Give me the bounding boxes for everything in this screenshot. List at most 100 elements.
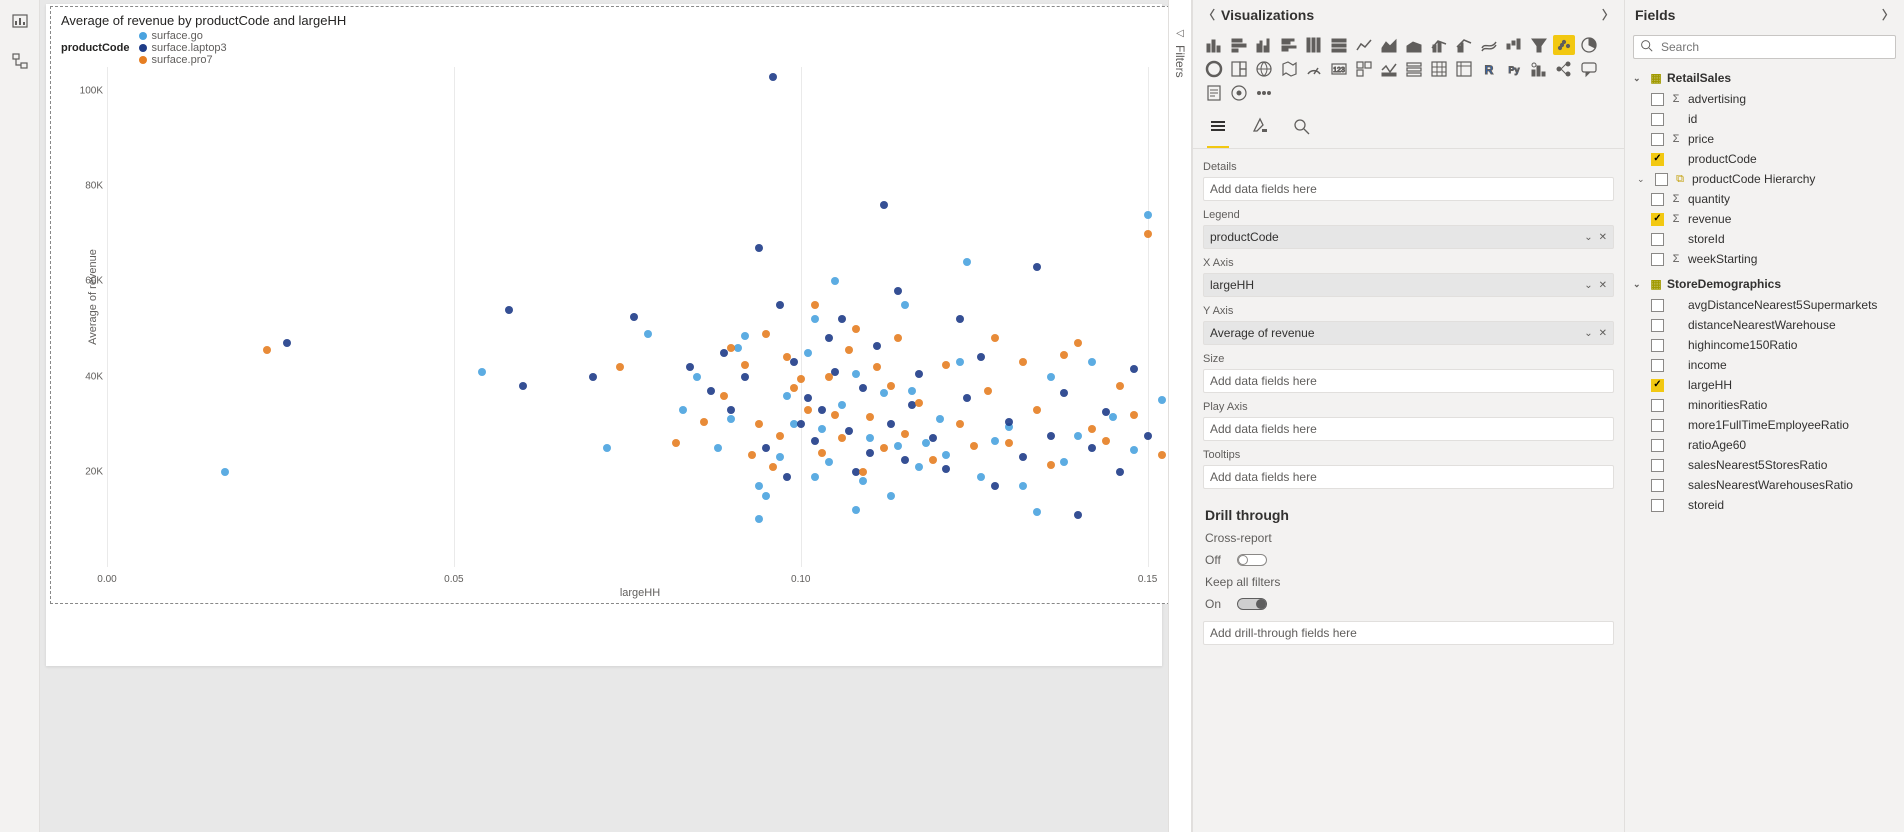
- data-point[interactable]: [741, 332, 749, 340]
- field-row[interactable]: ΣweekStarting: [1631, 249, 1898, 269]
- data-point[interactable]: [1158, 396, 1166, 404]
- map-icon[interactable]: [1253, 59, 1275, 79]
- data-point[interactable]: [963, 258, 971, 266]
- data-point[interactable]: [880, 444, 888, 452]
- data-point[interactable]: [1019, 482, 1027, 490]
- arcgis-icon[interactable]: [1228, 83, 1250, 103]
- decomp-tree-icon[interactable]: [1553, 59, 1575, 79]
- field-row[interactable]: distanceNearestWarehouse: [1631, 315, 1898, 335]
- data-point[interactable]: [831, 411, 839, 419]
- fields-search-input[interactable]: [1659, 39, 1889, 55]
- field-checkbox[interactable]: [1651, 319, 1664, 332]
- data-point[interactable]: [804, 406, 812, 414]
- data-point[interactable]: [797, 375, 805, 383]
- chevron-down-icon[interactable]: ⌄: [1633, 279, 1645, 290]
- data-point[interactable]: [1144, 432, 1152, 440]
- chevron-down-icon[interactable]: ⌄: [1584, 232, 1592, 243]
- data-point[interactable]: [1088, 425, 1096, 433]
- report-canvas[interactable]: Average of revenue by productCode and la…: [46, 4, 1162, 666]
- line-stacked-icon[interactable]: [1428, 35, 1450, 55]
- stacked-bar-icon[interactable]: [1203, 35, 1225, 55]
- table-header[interactable]: ⌄ ▦ StoreDemographics: [1631, 273, 1898, 295]
- data-point[interactable]: [1088, 358, 1096, 366]
- data-point[interactable]: [1047, 432, 1055, 440]
- field-row[interactable]: largeHH: [1631, 375, 1898, 395]
- data-point[interactable]: [894, 442, 902, 450]
- expand-filters-icon[interactable]: ◁: [1176, 28, 1184, 39]
- py-visual-icon[interactable]: Py: [1503, 59, 1525, 79]
- field-row[interactable]: Σadvertising: [1631, 89, 1898, 109]
- data-point[interactable]: [505, 306, 513, 314]
- data-point[interactable]: [838, 434, 846, 442]
- data-point[interactable]: [755, 244, 763, 252]
- stacked-area-icon[interactable]: [1403, 35, 1425, 55]
- remove-field-icon[interactable]: ✕: [1599, 232, 1607, 243]
- data-point[interactable]: [825, 373, 833, 381]
- data-point[interactable]: [818, 449, 826, 457]
- data-point[interactable]: [929, 434, 937, 442]
- data-point[interactable]: [915, 399, 923, 407]
- field-checkbox[interactable]: [1651, 459, 1664, 472]
- data-point[interactable]: [852, 370, 860, 378]
- data-point[interactable]: [838, 401, 846, 409]
- data-point[interactable]: [1102, 437, 1110, 445]
- data-point[interactable]: [679, 406, 687, 414]
- data-point[interactable]: [1074, 511, 1082, 519]
- data-point[interactable]: [908, 387, 916, 395]
- multi-card-icon[interactable]: [1353, 59, 1375, 79]
- field-checkbox[interactable]: [1651, 499, 1664, 512]
- data-point[interactable]: [1033, 263, 1041, 271]
- legend-item[interactable]: surface.laptop3: [139, 42, 226, 54]
- data-point[interactable]: [1130, 446, 1138, 454]
- data-point[interactable]: [1074, 339, 1082, 347]
- data-point[interactable]: [1033, 406, 1041, 414]
- data-point[interactable]: [734, 344, 742, 352]
- donut-icon[interactable]: [1203, 59, 1225, 79]
- data-point[interactable]: [720, 392, 728, 400]
- tab-fields-icon[interactable]: [1209, 117, 1227, 140]
- data-point[interactable]: [589, 373, 597, 381]
- qa-icon[interactable]: [1578, 59, 1600, 79]
- play-well[interactable]: Add data fields here: [1203, 417, 1614, 441]
- data-point[interactable]: [727, 406, 735, 414]
- data-point[interactable]: [707, 387, 715, 395]
- data-point[interactable]: [519, 382, 527, 390]
- data-point[interactable]: [776, 432, 784, 440]
- data-point[interactable]: [616, 363, 624, 371]
- data-point[interactable]: [1005, 439, 1013, 447]
- data-point[interactable]: [804, 394, 812, 402]
- data-point[interactable]: [776, 301, 784, 309]
- data-point[interactable]: [866, 413, 874, 421]
- tab-analytics-icon[interactable]: [1293, 117, 1311, 140]
- data-point[interactable]: [887, 382, 895, 390]
- data-point[interactable]: [1144, 211, 1152, 219]
- tab-format-icon[interactable]: [1251, 117, 1269, 140]
- chevron-down-icon[interactable]: ⌄: [1584, 280, 1592, 291]
- data-point[interactable]: [1130, 411, 1138, 419]
- data-point[interactable]: [1158, 451, 1166, 459]
- data-point[interactable]: [845, 346, 853, 354]
- field-row[interactable]: id: [1631, 109, 1898, 129]
- field-row[interactable]: Σprice: [1631, 129, 1898, 149]
- data-point[interactable]: [748, 451, 756, 459]
- slicer-icon[interactable]: [1403, 59, 1425, 79]
- data-point[interactable]: [714, 444, 722, 452]
- data-point[interactable]: [783, 473, 791, 481]
- data-point[interactable]: [769, 463, 777, 471]
- data-point[interactable]: [970, 442, 978, 450]
- field-checkbox[interactable]: [1655, 173, 1668, 186]
- data-point[interactable]: [1060, 351, 1068, 359]
- data-point[interactable]: [956, 315, 964, 323]
- field-row[interactable]: highincome150Ratio: [1631, 335, 1898, 355]
- card-icon[interactable]: 123: [1328, 59, 1350, 79]
- data-point[interactable]: [783, 392, 791, 400]
- remove-field-icon[interactable]: ✕: [1599, 328, 1607, 339]
- data-point[interactable]: [797, 420, 805, 428]
- field-row[interactable]: storeId: [1631, 229, 1898, 249]
- data-point[interactable]: [894, 287, 902, 295]
- data-point[interactable]: [1109, 413, 1117, 421]
- data-point[interactable]: [811, 473, 819, 481]
- data-point[interactable]: [630, 313, 638, 321]
- data-point[interactable]: [880, 389, 888, 397]
- data-point[interactable]: [686, 363, 694, 371]
